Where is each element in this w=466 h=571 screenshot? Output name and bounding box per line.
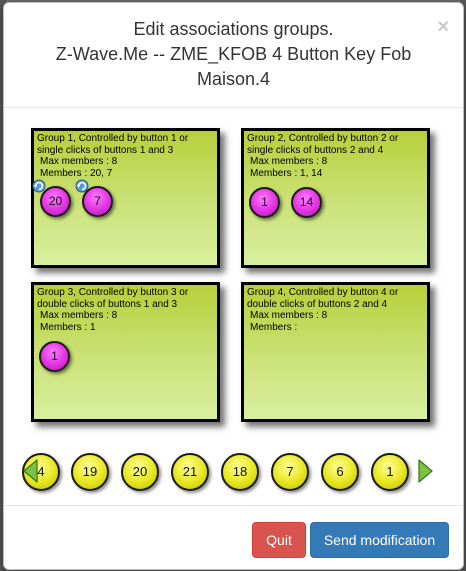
available-node-1[interactable]: 1: [371, 453, 409, 491]
quit-button[interactable]: Quit: [252, 522, 306, 558]
group-3-members: Members : 1: [40, 321, 96, 333]
group-2-max-members: Max members : 8: [250, 156, 328, 167]
available-node-7[interactable]: 7: [271, 453, 309, 491]
group-2-members: Members : 1, 14: [250, 167, 323, 179]
group-3-max-members: Max members : 8: [40, 310, 118, 321]
title-line-1: Edit associations groups.: [133, 19, 334, 39]
group-1-max-members: Max members : 8: [40, 156, 118, 167]
group-2-info: Group 2, Controlled by button 2 or singl…: [247, 133, 425, 179]
send-modification-button[interactable]: Send modification: [310, 522, 449, 558]
group-1-members: Members : 20, 7: [40, 167, 113, 179]
available-node-18[interactable]: 18: [221, 453, 259, 491]
group-4-description-line2: double clicks of buttons 2 and 4: [247, 298, 388, 310]
available-node-6[interactable]: 6: [321, 453, 359, 491]
group-4-max-members: Max members : 8: [250, 310, 328, 321]
available-node-20[interactable]: 20: [121, 453, 159, 491]
group-4-info: Group 4, Controlled by button 4 or doubl…: [247, 287, 425, 333]
association-group-1[interactable]: Group 1, Controlled by button 1 or singl…: [31, 128, 220, 268]
group-3-description-line1: Group 3, Controlled by button 3 or: [37, 287, 189, 298]
association-group-4[interactable]: Group 4, Controlled by button 4 or doubl…: [241, 282, 430, 422]
arrow-right-icon[interactable]: [416, 458, 434, 484]
group-3-description-line2: double clicks of buttons 1 and 3: [37, 298, 178, 310]
group-4-members: Members :: [250, 321, 298, 333]
group-3-member-node-1[interactable]: 1: [39, 341, 70, 372]
group-1-member-node-20[interactable]: 20: [40, 186, 71, 217]
group-1-description-line2: single clicks of buttons 1 and 3: [37, 144, 174, 156]
title-line-3: Maison.4: [196, 69, 271, 89]
available-node-21[interactable]: 21: [171, 453, 209, 491]
association-group-3[interactable]: Group 3, Controlled by button 3 or doubl…: [31, 282, 220, 422]
group-2-member-node-14[interactable]: 14: [291, 187, 322, 218]
group-2-description-line1: Group 2, Controlled by button 2 or: [247, 133, 399, 144]
title-line-2: Z-Wave.Me -- ZME_KFOB 4 Button Key Fob: [55, 44, 412, 64]
edit-associations-dialog: Edit associations groups. Z-Wave.Me -- Z…: [3, 2, 464, 570]
dialog-footer: Quit Send modification: [4, 505, 463, 569]
dialog-title: Edit associations groups. Z-Wave.Me -- Z…: [4, 17, 463, 92]
close-button[interactable]: ×: [437, 17, 449, 37]
arrow-left-icon[interactable]: [22, 458, 40, 484]
dialog-header: Edit associations groups. Z-Wave.Me -- Z…: [4, 3, 463, 108]
group-1-info: Group 1, Controlled by button 1 or singl…: [37, 133, 215, 179]
group-2-member-node-1[interactable]: 1: [249, 187, 280, 218]
group-4-description-line1: Group 4, Controlled by button 4 or: [247, 287, 399, 298]
available-node-19[interactable]: 19: [71, 453, 109, 491]
dialog-body: Group 1, Controlled by button 1 or singl…: [4, 108, 463, 503]
group-1-description-line1: Group 1, Controlled by button 1 or: [37, 133, 189, 144]
available-nodes-strip: 4 19 20 21 18 7 6 1: [4, 448, 463, 494]
group-3-info: Group 3, Controlled by button 3 or doubl…: [37, 287, 215, 333]
association-group-2[interactable]: Group 2, Controlled by button 2 or singl…: [241, 128, 430, 268]
group-2-description-line2: single clicks of buttons 2 and 4: [247, 144, 384, 156]
group-1-member-node-7[interactable]: 7: [82, 186, 113, 217]
